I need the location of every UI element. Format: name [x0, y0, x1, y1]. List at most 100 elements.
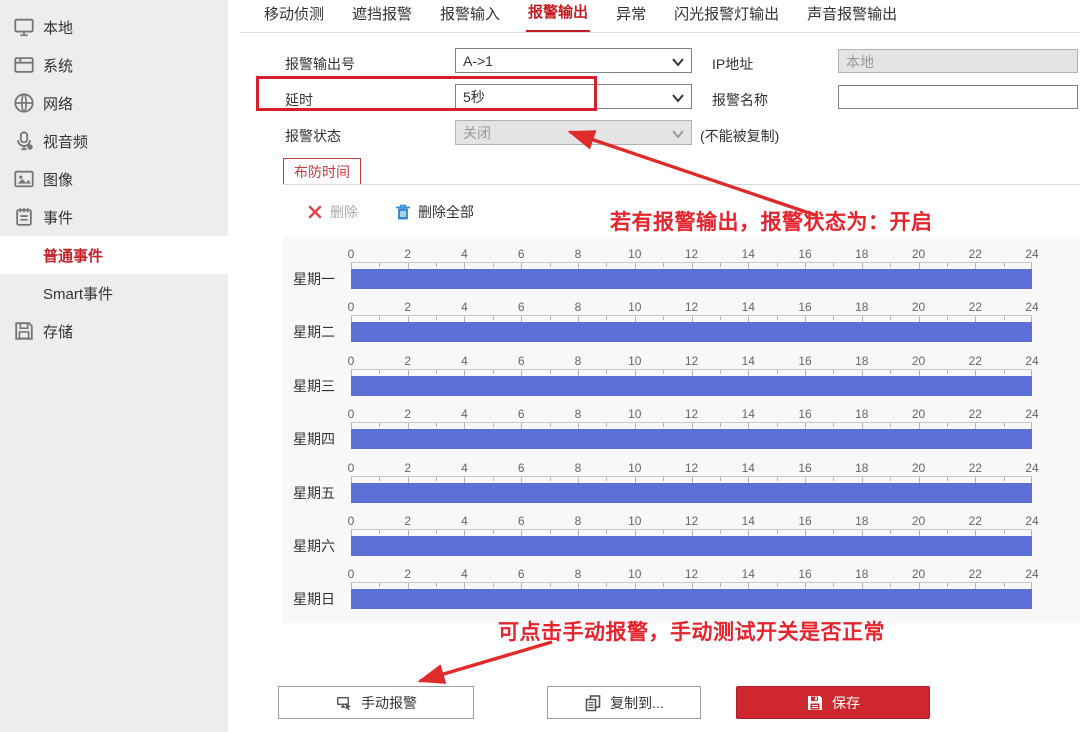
- axis-tick-label: 20: [912, 247, 925, 261]
- axis-tick-label: 22: [969, 300, 982, 314]
- axis-tick-label: 24: [1025, 461, 1038, 475]
- axis-tick-label: 2: [404, 300, 411, 314]
- alarm-name-input[interactable]: [838, 85, 1078, 109]
- schedule-track[interactable]: 024681012141618202224: [351, 300, 1032, 342]
- axis-tick-label: 16: [798, 300, 811, 314]
- schedule-bar[interactable]: [351, 322, 1032, 342]
- schedule-track[interactable]: 024681012141618202224: [351, 461, 1032, 503]
- axis-tick-label: 22: [969, 514, 982, 528]
- axis-tick-label: 24: [1025, 567, 1038, 581]
- axis-tick-label: 10: [628, 514, 641, 528]
- alarm-output-no-select[interactable]: A->1: [455, 48, 692, 73]
- annotation-status-note: 若有报警输出，报警状态为：开启: [610, 206, 933, 236]
- axis-tick-label: 14: [742, 354, 755, 368]
- copy-icon: [584, 694, 602, 712]
- sidebar-item-label: 系统: [43, 55, 73, 76]
- schedule-bar[interactable]: [351, 589, 1032, 609]
- sidebar-item-event[interactable]: 事件: [0, 198, 228, 236]
- delete-x-icon: [306, 203, 324, 221]
- axis-tick-label: 10: [628, 407, 641, 421]
- axis-tick-label: 2: [404, 461, 411, 475]
- axis-tick-label: 4: [461, 407, 468, 421]
- schedule-bar[interactable]: [351, 376, 1032, 396]
- axis-tick-label: 12: [685, 354, 698, 368]
- sidebar-item-audio-video[interactable]: 视音频: [0, 122, 228, 160]
- schedule-bar[interactable]: [351, 269, 1032, 289]
- schedule-track[interactable]: 024681012141618202224: [351, 514, 1032, 556]
- axis-tick-label: 8: [575, 567, 582, 581]
- schedule-track[interactable]: 024681012141618202224: [351, 407, 1032, 449]
- axis-tick-label: 10: [628, 247, 641, 261]
- schedule-day-label: 星期一: [293, 269, 345, 289]
- not-copyable-note: (不能被复制): [700, 126, 779, 146]
- copy-to-button[interactable]: 复制到...: [547, 686, 701, 719]
- axis-tick-label: 14: [742, 461, 755, 475]
- axis-tick-label: 6: [518, 354, 525, 368]
- axis-tick-label: 0: [348, 247, 355, 261]
- sidebar-item-network[interactable]: 网络: [0, 84, 228, 122]
- sidebar-item-storage[interactable]: 存储: [0, 312, 228, 350]
- tab-audio-alarm-output[interactable]: 声音报警输出: [805, 2, 899, 32]
- delete-all-button[interactable]: 删除全部: [394, 202, 474, 222]
- tab-bar: 移动侦测遮挡报警报警输入报警输出异常闪光报警灯输出声音报警输出: [262, 0, 899, 33]
- alarm-name-label: 报警名称: [712, 90, 768, 110]
- axis-tick-label: 18: [855, 514, 868, 528]
- axis-tick-label: 14: [742, 514, 755, 528]
- axis-tick-label: 24: [1025, 514, 1038, 528]
- axis-tick-label: 12: [685, 407, 698, 421]
- delete-button[interactable]: 删除: [306, 202, 358, 222]
- manual-alarm-button[interactable]: 手动报警: [278, 686, 474, 719]
- schedule-bar[interactable]: [351, 429, 1032, 449]
- axis-tick-label: 22: [969, 461, 982, 475]
- sidebar-item-basic-event[interactable]: 普通事件: [0, 236, 228, 274]
- tab-flash-alarm-output[interactable]: 闪光报警灯输出: [672, 2, 781, 32]
- axis-tick-label: 2: [404, 407, 411, 421]
- arrow-to-manual-alarm: [420, 642, 552, 681]
- schedule-day-label: 星期四: [293, 429, 345, 449]
- sidebar-item-image[interactable]: 图像: [0, 160, 228, 198]
- axis-tick-label: 18: [855, 354, 868, 368]
- schedule-row: 星期六 024681012141618202224: [283, 514, 1080, 558]
- sidebar-item-local[interactable]: 本地: [0, 8, 228, 46]
- tab-alarm-input[interactable]: 报警输入: [438, 2, 502, 32]
- schedule-track[interactable]: 024681012141618202224: [351, 567, 1032, 609]
- axis-tick-label: 22: [969, 407, 982, 421]
- manual-alarm-icon: [335, 694, 353, 712]
- globe-icon: [13, 92, 35, 114]
- sidebar: 本地系统网络视音频图像事件普通事件Smart事件存储: [0, 0, 228, 732]
- schedule-bar[interactable]: [351, 536, 1032, 556]
- sidebar-item-label: 存储: [43, 321, 73, 342]
- sidebar-item-system[interactable]: 系统: [0, 46, 228, 84]
- axis-tick-label: 10: [628, 567, 641, 581]
- axis-tick-label: 2: [404, 354, 411, 368]
- axis-tick-label: 20: [912, 407, 925, 421]
- axis-tick-label: 24: [1025, 247, 1038, 261]
- schedule-day-label: 星期六: [293, 536, 345, 556]
- axis-tick-label: 8: [575, 247, 582, 261]
- schedule-track[interactable]: 024681012141618202224: [351, 354, 1032, 396]
- arming-schedule-tab[interactable]: 布防时间: [283, 158, 361, 185]
- chevron-down-icon: [670, 89, 686, 105]
- image-icon: [13, 168, 35, 190]
- axis-tick-label: 14: [742, 247, 755, 261]
- axis-tick-label: 14: [742, 567, 755, 581]
- tab-exception[interactable]: 异常: [614, 2, 648, 32]
- tab-alarm-output[interactable]: 报警输出: [526, 0, 590, 33]
- axis-tick-label: 6: [518, 567, 525, 581]
- axis-tick-label: 6: [518, 300, 525, 314]
- tab-motion-detection[interactable]: 移动侦测: [262, 2, 326, 32]
- schedule-track[interactable]: 024681012141618202224: [351, 247, 1032, 289]
- axis-tick-label: 0: [348, 300, 355, 314]
- delay-select[interactable]: 5秒: [455, 84, 692, 109]
- monitor-icon: [13, 16, 35, 38]
- sidebar-item-label: 本地: [43, 17, 73, 38]
- alarm-output-no-value: A->1: [463, 53, 493, 69]
- schedule-bar[interactable]: [351, 483, 1032, 503]
- axis-tick-label: 2: [404, 567, 411, 581]
- schedule-row: 星期四024681012141618202224: [283, 407, 1080, 451]
- axis-tick-label: 20: [912, 567, 925, 581]
- save-button[interactable]: 保存: [736, 686, 930, 719]
- tab-tamper-alarm[interactable]: 遮挡报警: [350, 2, 414, 32]
- schedule-row: 星期二024681012141618202224: [283, 300, 1080, 344]
- sidebar-item-smart-event[interactable]: Smart事件: [0, 274, 228, 312]
